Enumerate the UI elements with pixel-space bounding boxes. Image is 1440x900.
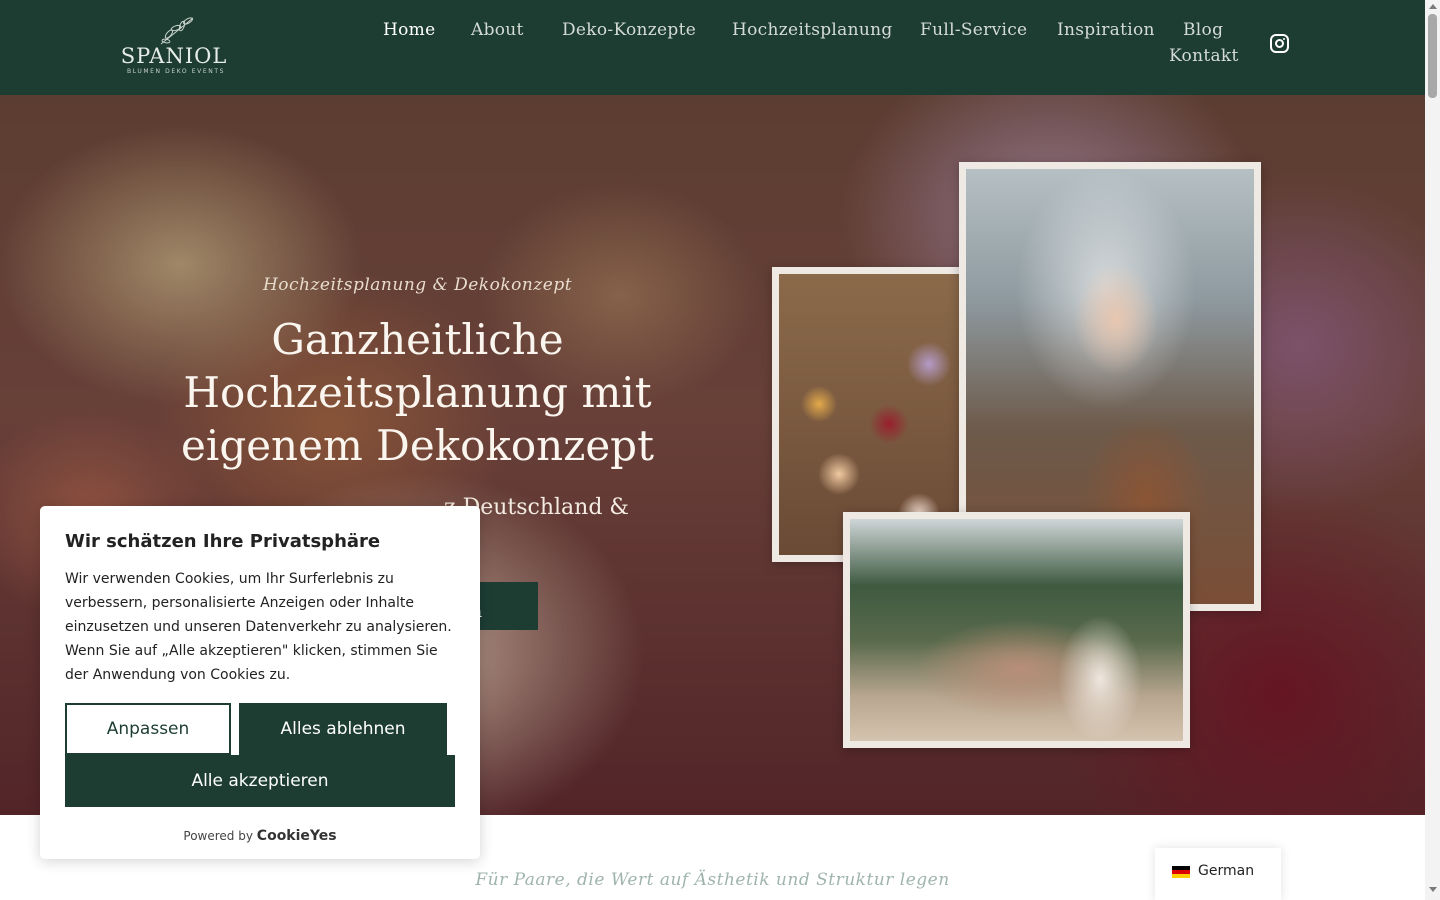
site-logo[interactable]: SPANIOL BLUMEN DEKO EVENTS xyxy=(115,14,240,80)
language-label: German xyxy=(1198,863,1255,879)
cookieyes-logo[interactable]: CookieYes xyxy=(257,828,337,844)
nav-inspiration[interactable]: Inspiration xyxy=(1057,20,1155,40)
language-switcher[interactable]: German xyxy=(1155,848,1281,900)
nav-deko-konzepte[interactable]: Deko-Konzepte xyxy=(562,20,696,40)
powered-by-label: Powered by xyxy=(183,829,253,843)
nav-blog[interactable]: Blog xyxy=(1183,20,1223,40)
cookie-description: Wir verwenden Cookies, um Ihr Surferlebn… xyxy=(65,571,452,683)
scroll-down-arrow-icon[interactable] xyxy=(1429,887,1437,892)
cookie-consent-banner: Wir schätzen Ihre Privatsphäre Wir verwe… xyxy=(40,506,480,859)
hero-title: Ganzheitliche Hochzeitsplanung mit eigen… xyxy=(181,315,654,470)
site-header: SPANIOL BLUMEN DEKO EVENTS Home About De… xyxy=(0,0,1425,95)
powered-by: Powered by CookieYes xyxy=(40,828,480,844)
nav-kontakt[interactable]: Kontakt xyxy=(1169,46,1239,66)
section-tagline: Für Paare, die Wert auf Ästhetik und Str… xyxy=(475,870,950,890)
instagram-icon[interactable] xyxy=(1270,34,1289,53)
wedding-party-photo xyxy=(850,519,1183,741)
photo-frame-party xyxy=(843,512,1190,748)
customize-button[interactable]: Anpassen xyxy=(65,703,231,755)
nav-hochzeitsplanung[interactable]: Hochzeitsplanung xyxy=(732,20,893,40)
reject-all-button[interactable]: Alles ablehnen xyxy=(239,703,447,755)
page-scrollbar[interactable] xyxy=(1425,0,1440,900)
cookie-title: Wir schätzen Ihre Privatsphäre xyxy=(65,531,381,552)
scroll-up-arrow-icon[interactable] xyxy=(1429,4,1437,9)
logo-tagline: BLUMEN DEKO EVENTS xyxy=(126,68,225,75)
scrollbar-thumb[interactable] xyxy=(1428,14,1437,98)
accept-all-button[interactable]: Alle akzeptieren xyxy=(65,755,455,807)
germany-flag-icon xyxy=(1172,866,1190,878)
nav-full-service[interactable]: Full-Service xyxy=(920,20,1027,40)
hero-eyebrow: Hochzeitsplanung & Dekokonzept xyxy=(262,275,573,295)
logo-wordmark: SPANIOL xyxy=(120,44,228,68)
nav-home[interactable]: Home xyxy=(383,20,435,40)
leaf-branch-icon xyxy=(160,17,194,45)
nav-about[interactable]: About xyxy=(471,20,524,40)
